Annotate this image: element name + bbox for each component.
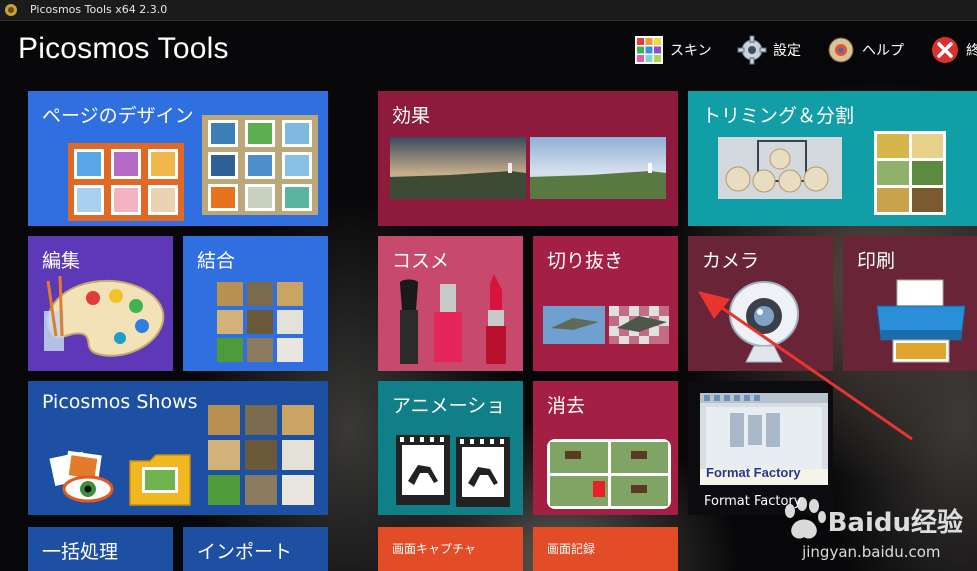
app-title: Picosmos Tools [18,32,229,65]
animal-grid-icon [208,405,314,505]
bird-cutout-image [543,306,669,344]
tile-label: 一括処理 [42,541,119,563]
tile-screen-capture[interactable]: 画面キャプチャ [378,527,523,571]
tile-label: インポート [197,541,293,563]
tile-label: 印刷 [857,250,896,272]
paw-icon [784,497,826,539]
close-icon [932,37,958,63]
tile-label: トリミング＆分割 [702,105,855,127]
tile-label: 画面キャプチャ [392,542,476,556]
tile-label: 結合 [197,250,236,272]
exit-button-label: 終 [966,43,977,59]
tile-label: ページのデザイン [42,105,194,127]
tile-edit[interactable]: 編集 [28,236,173,371]
photo-folder-icon [129,454,191,506]
skin-button-label: スキン [670,43,712,59]
paint-palette-icon [44,276,165,357]
tile-label: 編集 [42,250,81,272]
film-strip-icon [396,435,510,507]
watermark-url: jingyan.baidu.com [802,543,941,561]
tile-cosme[interactable]: コスメ [378,236,523,371]
settings-button[interactable]: 設定 [737,34,801,66]
tile-label: 効果 [392,105,431,127]
gear-icon [737,35,767,65]
tile-label: 切り抜き [547,250,624,272]
seaside-lighthouse-image [390,137,666,199]
format-factory-logo-text: Format Factory [706,465,801,480]
tile-page-design[interactable]: ページのデザイン [28,91,328,226]
window-title: Picosmos Tools x64 2.3.0 [30,3,168,16]
cosmetics-icon [399,274,506,364]
split-collage-image [874,131,946,215]
deer-erase-image [547,439,671,509]
watermark-brand: Baidu经验 [827,507,963,538]
tile-label: 消去 [547,395,586,417]
tile-batch-processing[interactable]: 一括処理 [28,527,173,571]
puppies-crop-image [718,137,842,199]
tile-label: カメラ [702,250,760,272]
tile-trim-split[interactable]: トリミング＆分割 [688,91,977,226]
stamp-grid-icon [202,115,318,215]
window-titlebar: Picosmos Tools x64 2.3.0 [0,0,977,21]
tile-label: Picosmos Shows [42,391,198,413]
tile-label: アニメーショ [392,395,506,417]
exit-button[interactable]: 終 [930,34,977,66]
tile-screen-record[interactable]: 画面記録 [533,527,678,571]
animal-collage-icon [217,282,303,362]
tile-picosmos-shows[interactable]: Picosmos Shows [28,381,328,515]
help-button-label: ヘルプ [862,43,904,59]
tile-erase[interactable]: 消去 [533,381,678,515]
tile-cutout[interactable]: 切り抜き [533,236,678,371]
app-logo-icon [5,4,17,16]
tile-label: 画面記録 [547,542,596,556]
annotation-arrow [698,291,913,441]
palette-grid-icon [635,36,663,64]
page-layout-icon [68,143,184,221]
tile-label: コスメ [392,250,450,272]
skin-button[interactable]: スキン [634,34,712,66]
tile-combine[interactable]: 結合 [183,236,328,371]
help-button[interactable]: ヘルプ [826,34,904,66]
tile-animation[interactable]: アニメーショ [378,381,523,515]
tile-effects[interactable]: 効果 [378,91,678,226]
settings-button-label: 設定 [773,43,801,59]
photos-eye-icon [49,450,114,503]
baidu-watermark: Baidu经验 jingyan.baidu.com [780,497,963,561]
help-gear-icon [828,37,854,63]
tile-import[interactable]: インポート [183,527,328,571]
